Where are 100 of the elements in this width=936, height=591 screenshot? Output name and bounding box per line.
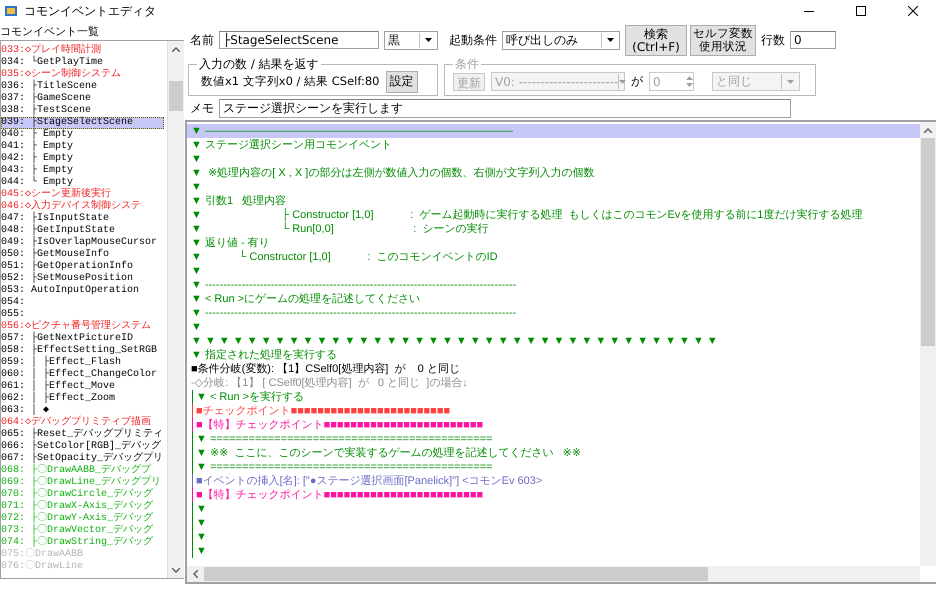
event-list-item[interactable]: 054: (1, 297, 164, 309)
scrollbar-thumb[interactable] (204, 567, 708, 581)
code-line[interactable]: ▼ └ Run[0,0] : シーンの実行 (187, 222, 488, 236)
memo-field[interactable]: ステージ選択シーンを実行します (219, 98, 791, 118)
event-list-item[interactable]: 053: AutoInputOperation (1, 285, 164, 297)
code-line[interactable]: ▼ ------------------------------------------------------------------------------------- (187, 278, 516, 292)
settings-button[interactable]: 設定 (386, 70, 418, 92)
name-label: 名前 (190, 32, 214, 48)
event-list-item[interactable]: 045:◇シーン更新後実行 (1, 189, 164, 201)
event-list-item[interactable]: 072: ├〇DrawY-Axis_デバッグ (1, 513, 164, 525)
event-list-item[interactable]: 034: └GetPlayTime (1, 57, 164, 69)
event-list-item[interactable]: 049: ├IsOverlapMouseCursor (1, 237, 164, 249)
window-title: コモンイベントエディタ (24, 2, 156, 20)
code-line[interactable]: -◇分岐: 【1】 [ CSelf0[処理内容] が 0 と同じ ]の場合↓ (187, 376, 468, 390)
code-line[interactable]: ■【特】チェックポイント■■■■■■■■■■■■■■■■■■■■■■■■ (192, 488, 484, 502)
scrollbar-thumb[interactable] (169, 81, 183, 111)
code-line[interactable]: ▼ (187, 180, 202, 194)
caret-icon (606, 38, 614, 42)
code-line[interactable]: ▼ ▼ ▼ ▼ ▼ ▼ ▼ ▼ ▼ ▼ ▼ ▼ ▼ ▼ ▼ ▼ ▼ ▼ ▼ ▼ ▼ ▼ ▼ ▼ ▼ ▼ ▼ ▼ ▼ ▼ ▼ ▼ ▼ ▼ ▼ ▼ ▼ ▼ (187, 334, 718, 348)
name-field[interactable]: ├StageSelectScene (219, 31, 379, 49)
particle-label: が (631, 73, 643, 90)
code-line[interactable]: ■チェックポイント■■■■■■■■■■■■■■■■■■■■■■■■ (192, 404, 450, 418)
event-list-item[interactable]: 051: ├GetOperationInfo (1, 261, 164, 273)
event-list-item[interactable]: 050: ├GetMouseInfo (1, 249, 164, 261)
code-line[interactable]: ▼ (192, 530, 207, 544)
event-list-item[interactable]: 060: │ ├Effect_ChangeColor (1, 369, 164, 381)
code-line[interactable]: ▼ < Run >にゲームの処理を記述してください (187, 292, 420, 306)
event-list-item[interactable]: 064:◇デバッグプリミティブ描画 (1, 417, 164, 429)
code-line[interactable]: ▼ 指定された処理を実行する (187, 348, 337, 362)
code-line[interactable]: ▼ ステージ選択シーン用コモンイベント (187, 138, 392, 152)
event-list-item[interactable]: 048: ├GetInputState (1, 225, 164, 237)
code-line[interactable]: ▼ 返り値 - 有り (187, 236, 270, 250)
code-line[interactable]: ▼ ※※ ここに、このシーンで実装するゲームの処理を記述してください ※※ (192, 446, 582, 460)
code-line[interactable]: ▼ 引数1 処理内容 (187, 194, 286, 208)
line-count-label: 行数 (761, 32, 785, 48)
self-variable-button[interactable]: セルフ変数 使用状況 (690, 24, 756, 56)
event-list-item[interactable]: 065: ├Reset_デバッグプリミティ (1, 429, 164, 441)
event-list-item[interactable]: 033:◇プレイ時間計測 (1, 45, 164, 57)
scroll-down-icon[interactable] (172, 568, 180, 572)
code-line[interactable]: ■イベントの挿入[名]: ["●ステージ選択画面[Panelick]"] <コモンEv 603> (192, 474, 542, 488)
trigger-dropdown[interactable]: 呼び出しのみ (502, 30, 620, 50)
maximize-icon[interactable] (856, 6, 866, 16)
event-list-item[interactable]: 071: ├〇DrawX-Axis_デバッグ (1, 501, 164, 513)
event-list-item[interactable]: 073: ├〇DrawVector_デバッグ (1, 525, 164, 537)
spinner-arrows-icon (686, 75, 693, 88)
event-list-item[interactable]: 042: ├ Empty (1, 153, 164, 165)
app-icon (4, 4, 18, 18)
event-list-item[interactable]: 047: ├IsInputState (1, 213, 164, 225)
event-list-item[interactable]: 070: ├〇DrawCircle_デバッグ (1, 489, 164, 501)
event-list-item[interactable]: 046:◇入力デバイス制御システ (1, 201, 164, 213)
event-list-item[interactable]: 038: ├TestScene (1, 105, 164, 117)
event-list-item[interactable]: 055: (1, 309, 164, 321)
event-list-item[interactable]: 066: ├SetColor[RGB]_デバッグ (1, 441, 164, 453)
minimize-icon[interactable] (804, 10, 814, 12)
list-heading: コモンイベント一覧 (0, 24, 99, 38)
event-list-item[interactable]: 068: ├〇DrawAABB_デバッグプ (1, 465, 164, 477)
code-line[interactable]: ■【特】チェックポイント■■■■■■■■■■■■■■■■■■■■■■■■ (192, 418, 484, 432)
code-line[interactable]: ▼ (187, 152, 202, 166)
scrollbar-thumb[interactable] (921, 138, 935, 346)
event-list-item[interactable]: 056:◇ピクチャ番号管理システム (1, 321, 164, 333)
caret-icon (424, 38, 432, 42)
code-line[interactable]: ▼ ============================================ (192, 460, 493, 474)
event-list-item[interactable]: 040: ├ Empty (1, 129, 164, 141)
search-button[interactable]: 検索 (Ctrl+F) (625, 24, 687, 56)
scroll-up-icon[interactable] (172, 46, 180, 52)
code-line[interactable]: ▼ (187, 264, 202, 278)
scroll-left-icon[interactable] (192, 570, 198, 578)
code-line[interactable]: ▼ ├ Constructor [1,0] : ゲーム起動時に実行する処理 もしくはこのコモンEvを使用する前に1度だけ実行する処理 (187, 208, 862, 222)
event-list-item[interactable]: 074: ├〇DrawString_デバッグ (1, 537, 164, 549)
code-line[interactable]: ▼ (192, 516, 207, 530)
code-line[interactable]: ▼ ------------------------------------------------------------------------------------- (187, 306, 516, 320)
event-list-item[interactable]: 067: ├SetOpacity_デバッグプリ (1, 453, 164, 465)
event-list-item[interactable]: 052: ├SetMousePosition (1, 273, 164, 285)
event-list-item[interactable]: 058: ├EffectSetting_SetRGB (1, 345, 164, 357)
close-icon[interactable] (908, 6, 918, 16)
event-list-item[interactable]: 059: │ ├Effect_Flash (1, 357, 164, 369)
code-line[interactable]: ■条件分岐(変数): 【1】CSelf0[処理内容] が 0 と同じ (187, 362, 460, 376)
code-line[interactable]: ▼ ※処理内容の[ X , X ]の部分は左側が数値入力の個数、右側が文字列入力の個数 (187, 166, 594, 180)
event-list-item[interactable]: 041: ├ Empty (1, 141, 164, 153)
event-list-item[interactable]: 043: ├ Empty (1, 165, 164, 177)
event-list-item[interactable]: 035:◇シーン制御システム (1, 69, 164, 81)
group-title: 条件 (454, 58, 480, 70)
event-list-item[interactable]: 036: ├TitleScene (1, 81, 164, 93)
code-line[interactable]: ▼ └ Constructor [1,0] : このコモンイベントのID (187, 250, 498, 264)
code-line[interactable]: ▼ < Run >を実行する (192, 390, 304, 404)
event-list-item[interactable]: 062: │ ├Effect_Zoom (1, 393, 164, 405)
event-list-item[interactable]: 044: └ Empty (1, 177, 164, 189)
code-line[interactable]: ▼ (192, 544, 207, 558)
event-list-item[interactable]: 061: │ ├Effect_Move (1, 381, 164, 393)
memo-label: メモ (190, 100, 214, 116)
code-line[interactable]: ▼ (192, 502, 207, 516)
code-line[interactable]: ▼ (187, 320, 202, 334)
event-list-item[interactable]: 063: │ ◆ (1, 405, 164, 417)
color-dropdown[interactable]: 黒 (384, 30, 438, 50)
event-list-item[interactable]: 037: ├GameScene (1, 93, 164, 105)
event-list-item[interactable]: 057: ├GetNextPictureID (1, 333, 164, 345)
code-line[interactable]: ▼ ============================================ (192, 432, 493, 446)
line-count-field[interactable]: 0 (790, 31, 836, 49)
scroll-up-icon[interactable] (924, 128, 932, 132)
event-list-item[interactable]: 069: ├〇DrawLine_デバッグプリ (1, 477, 164, 489)
